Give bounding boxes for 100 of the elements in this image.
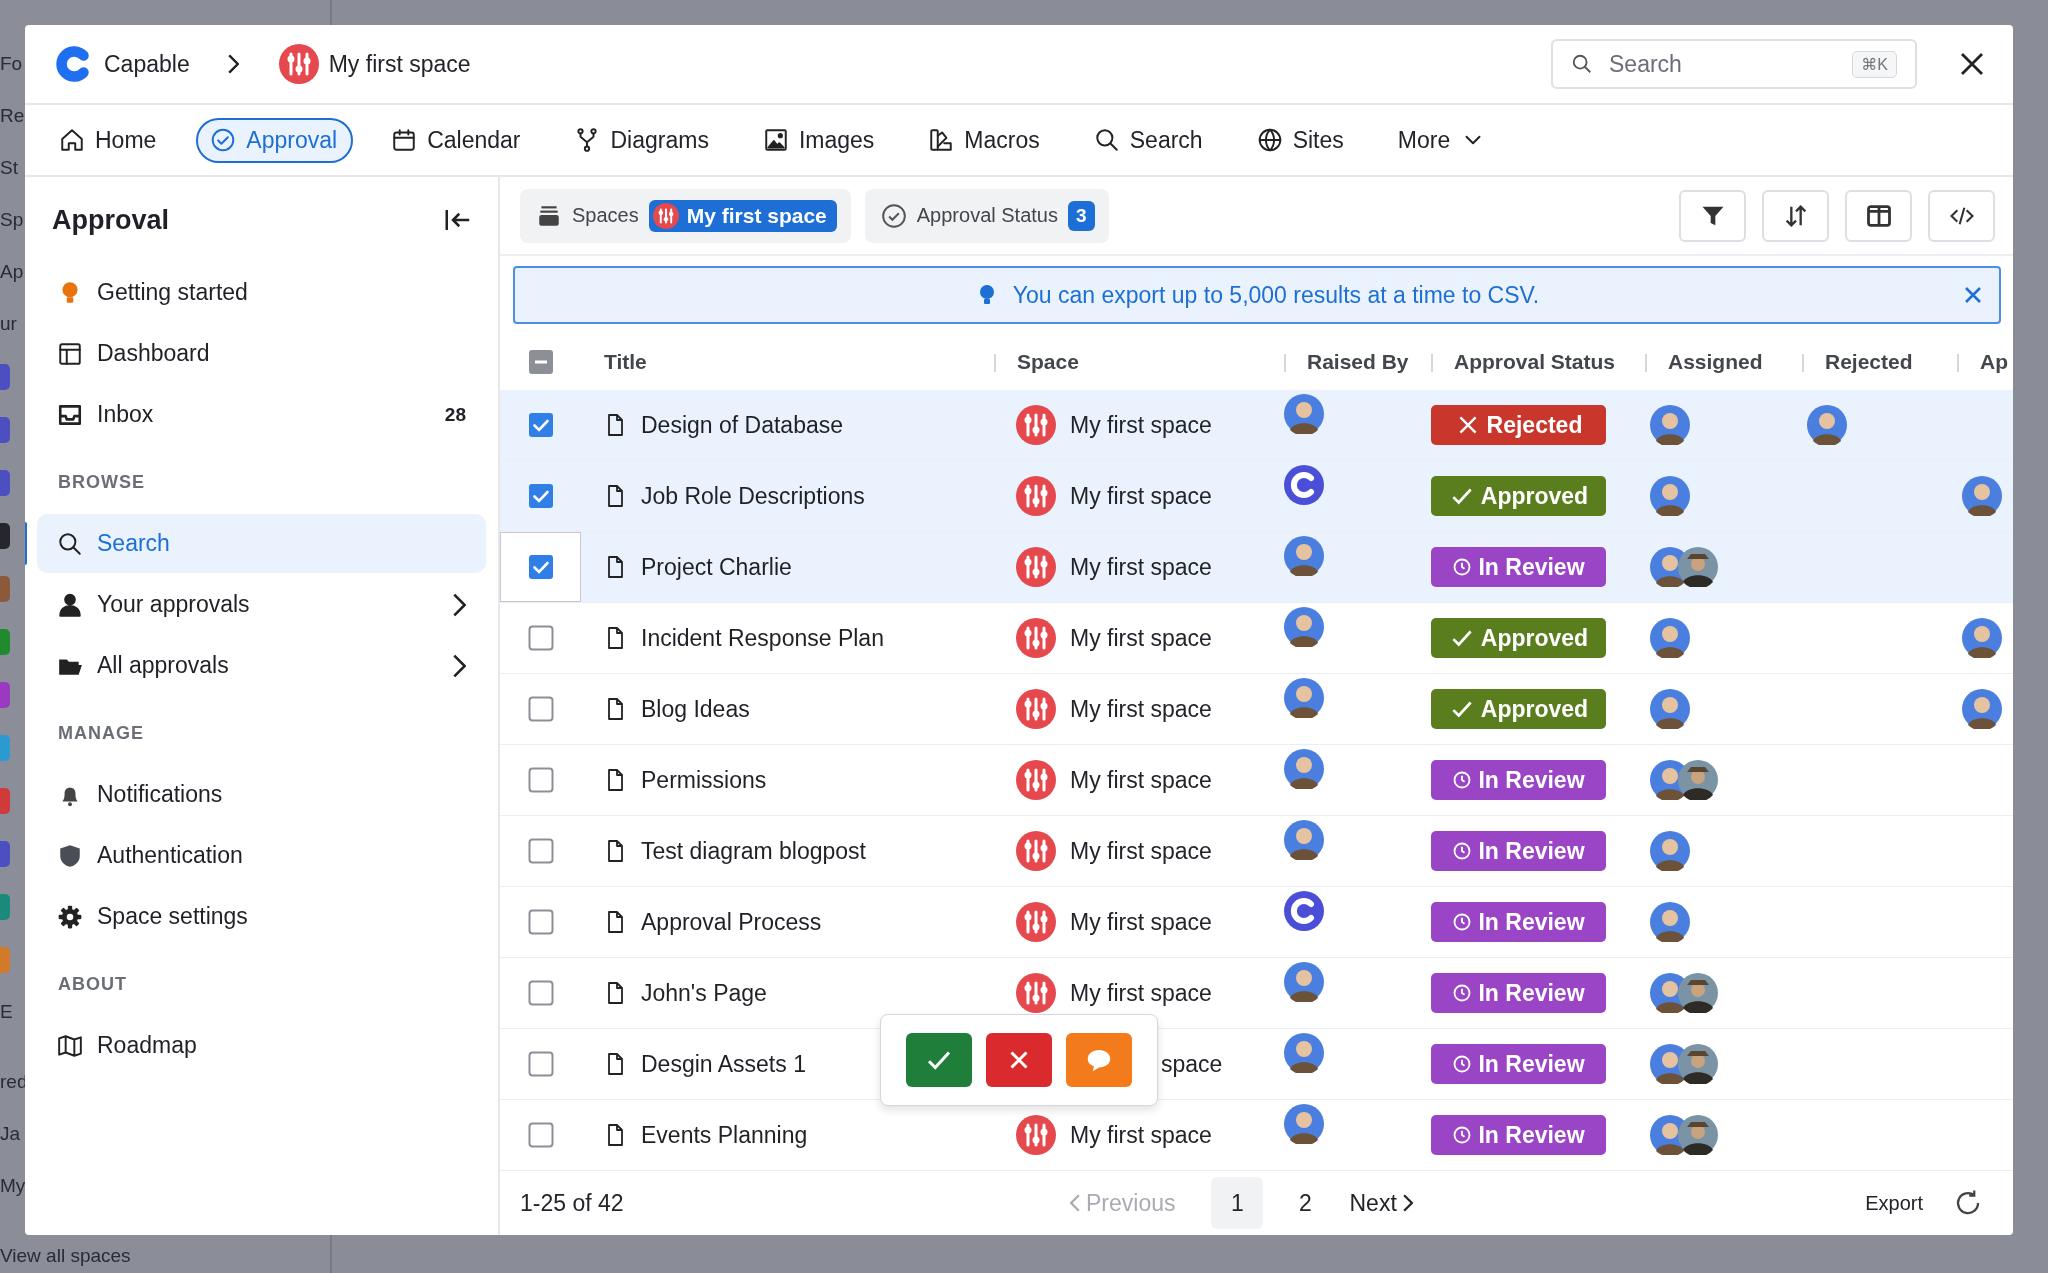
page-title-link[interactable]: Incident Response Plan <box>641 624 884 652</box>
chevron-right-icon <box>1402 1194 1413 1212</box>
gear-icon <box>57 903 83 930</box>
column-header[interactable]: Space <box>1017 350 1079 373</box>
page-title-link[interactable]: Events Planning <box>641 1121 808 1149</box>
sidebar-item[interactable]: Your approvals <box>37 575 486 634</box>
table-row[interactable]: Test diagram blogpost My first space In Review <box>500 816 2013 887</box>
nav-tab[interactable]: Images <box>748 117 891 163</box>
sidebar-item[interactable]: Inbox 28 <box>37 385 486 444</box>
sidebar-item[interactable]: Authentication <box>37 826 486 885</box>
sidebar-item[interactable]: Dashboard <box>37 324 486 383</box>
status-badge: In Review <box>1431 902 1606 942</box>
checkbox[interactable] <box>527 838 554 864</box>
calendar-icon <box>391 127 418 153</box>
table-row[interactable]: Design of Database My first space Rejected <box>500 390 2013 461</box>
space-name: My first space <box>1070 766 1212 794</box>
checkbox[interactable] <box>527 696 554 722</box>
columns-button[interactable] <box>1845 189 1912 242</box>
column-header[interactable]: Raised By <box>1307 350 1409 373</box>
checkbox[interactable] <box>527 349 554 375</box>
map-icon <box>57 1032 83 1059</box>
checkbox[interactable] <box>527 483 554 509</box>
next-button[interactable]: Next <box>1339 1189 1423 1217</box>
breadcrumb-link[interactable]: My first space <box>328 50 471 78</box>
table-row[interactable]: Permissions My first space In Review <box>500 745 2013 816</box>
table-row[interactable]: Approval Process My first space In Review <box>500 887 2013 958</box>
person-icon <box>57 591 83 618</box>
status-badge: Approved <box>1431 689 1606 729</box>
status-badge: In Review <box>1431 1115 1606 1155</box>
check-circle-icon <box>880 202 907 229</box>
status-badge: Approved <box>1431 618 1606 658</box>
approve-button[interactable] <box>906 1033 972 1087</box>
table-row[interactable]: Incident Response Plan My first space Approved <box>500 603 2013 674</box>
checkbox[interactable] <box>527 909 554 935</box>
background-text: St <box>0 156 18 180</box>
nav-tab[interactable]: Approval <box>196 117 354 163</box>
page-title-link[interactable]: Test diagram blogpost <box>641 837 866 865</box>
embed-button[interactable] <box>1928 189 1995 242</box>
sidebar-title: Approval <box>52 204 170 236</box>
checkbox[interactable] <box>527 625 554 651</box>
column-header[interactable]: Approval Status <box>1454 350 1616 373</box>
page-title-link[interactable]: Project Charlie <box>641 553 792 581</box>
table-row[interactable]: Job Role Descriptions My first space Approved <box>500 461 2013 532</box>
background-text: ur <box>0 312 17 336</box>
section-heading: MANAGE <box>57 722 145 745</box>
chevron-right-icon <box>227 54 239 74</box>
filter-chip[interactable]: Approval Status 3 <box>864 188 1109 243</box>
nav-tab[interactable]: Home <box>45 117 173 163</box>
nav-tab[interactable]: More <box>1383 117 1503 163</box>
search-field[interactable]: Search ⌘K <box>1551 39 1917 89</box>
page-button[interactable]: 2 <box>1279 1177 1332 1229</box>
column-header[interactable]: Rejected <box>1825 350 1913 373</box>
checkbox[interactable] <box>527 980 554 1006</box>
column-header[interactable]: Assigned <box>1668 350 1763 373</box>
nav-tab[interactable]: Macros <box>914 117 1056 163</box>
clock-icon <box>1452 912 1473 932</box>
table-row[interactable]: Project Charlie My first space In Review <box>500 532 2013 603</box>
page-title-link[interactable]: Approval Process <box>641 908 822 936</box>
space-name: My first space <box>1070 624 1212 652</box>
checkbox[interactable] <box>527 554 554 580</box>
nav-tab[interactable]: Calendar <box>377 117 537 163</box>
page-title-link[interactable]: Blog Ideas <box>641 695 750 723</box>
checkbox[interactable] <box>527 767 554 793</box>
sidebar-item[interactable]: Notifications <box>37 765 486 824</box>
checkbox[interactable] <box>527 1122 554 1148</box>
filter-button[interactable] <box>1679 189 1746 242</box>
column-header[interactable]: Title <box>604 350 647 373</box>
page-title-link[interactable]: John's Page <box>641 979 767 1007</box>
nav-tab[interactable]: Search <box>1079 117 1219 163</box>
page-title-link[interactable]: Job Role Descriptions <box>641 482 865 510</box>
section-heading: ABOUT <box>57 973 128 996</box>
check-circle-icon <box>210 127 237 153</box>
filter-chip[interactable]: Spaces My first space <box>520 188 851 243</box>
shield-icon <box>57 842 83 869</box>
sidebar-item[interactable]: Space settings <box>37 887 486 946</box>
clock-icon <box>1452 557 1473 577</box>
search-icon <box>57 530 83 557</box>
export-button[interactable]: Export <box>1859 1190 1929 1216</box>
background-text: E <box>0 1000 13 1024</box>
sidebar-item[interactable]: Getting started <box>37 263 486 322</box>
sort-button[interactable] <box>1762 189 1829 242</box>
page-title-link[interactable]: Design of Database <box>641 411 843 439</box>
table-row[interactable]: Blog Ideas My first space Approved <box>500 674 2013 745</box>
breadcrumb-link[interactable]: Capable <box>104 50 190 78</box>
nav-tab[interactable]: Diagrams <box>560 117 725 163</box>
checkbox[interactable] <box>527 1051 554 1077</box>
nav-tab[interactable]: Sites <box>1242 117 1360 163</box>
page-title-link[interactable]: Desgin Assets 1 <box>641 1050 806 1078</box>
checkbox[interactable] <box>527 412 554 438</box>
column-header[interactable]: Ap <box>1980 350 2008 373</box>
space-name: My first space <box>1070 482 1212 510</box>
shortcut-hint: ⌘K <box>1852 50 1897 78</box>
comment-button[interactable] <box>1066 1033 1132 1087</box>
search-icon <box>1093 127 1120 153</box>
background-text: Re <box>0 104 25 128</box>
page-button[interactable]: 1 <box>1211 1177 1264 1229</box>
sidebar-item[interactable]: Roadmap <box>37 1016 486 1075</box>
page-title-link[interactable]: Permissions <box>641 766 767 794</box>
sidebar-item[interactable]: All approvals <box>37 636 486 695</box>
reject-button[interactable] <box>986 1033 1052 1087</box>
